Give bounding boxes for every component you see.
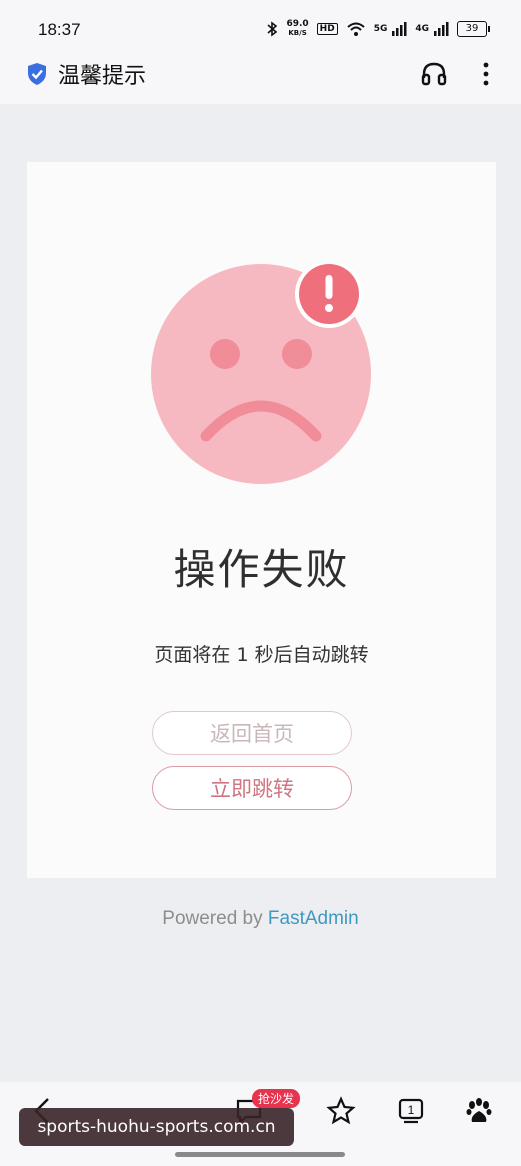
headset-icon[interactable] — [420, 60, 448, 88]
shield-check-icon — [28, 63, 46, 85]
sad-face-icon — [151, 264, 371, 484]
signal-icon — [392, 22, 407, 36]
svg-text:1: 1 — [408, 1103, 415, 1117]
fastadmin-link[interactable]: FastAdmin — [268, 908, 359, 929]
more-vertical-icon[interactable] — [478, 60, 494, 88]
redirect-message: 页面将在 1 秒后自动跳转 — [154, 644, 369, 666]
hd-badge: HD — [316, 23, 338, 35]
network-4g-label: 4G — [415, 24, 429, 34]
page-title: 温馨提示 — [58, 64, 147, 89]
result-card: 操作失败 页面将在 1 秒后自动跳转 返回首页 立即跳转 — [27, 162, 496, 878]
jump-now-button[interactable]: 立即跳转 — [152, 766, 352, 810]
signal-icon — [434, 22, 449, 36]
powered-by: Powered by FastAdmin — [0, 908, 521, 930]
star-icon[interactable] — [326, 1096, 356, 1126]
error-heading: 操作失败 — [173, 545, 350, 594]
battery-icon: 39 — [457, 21, 490, 37]
app-bar: 温馨提示 — [0, 58, 521, 104]
status-bar: 18:37 69.0 KB/S HD 5G 4G 39 — [0, 0, 521, 58]
watermark-overlay: sports-huohu-sports.com.cn — [19, 1108, 294, 1146]
status-time: 18:37 — [38, 20, 81, 39]
back-home-button[interactable]: 返回首页 — [152, 711, 352, 755]
home-indicator — [175, 1152, 345, 1157]
baidu-paw-icon[interactable] — [464, 1096, 494, 1126]
bluetooth-icon — [267, 21, 278, 37]
wifi-icon — [347, 22, 365, 36]
status-icons: 69.0 KB/S HD 5G 4G 39 — [266, 19, 490, 38]
comment-badge: 抢沙发 — [252, 1089, 301, 1108]
network-5g-label: 5G — [373, 24, 388, 34]
powered-prefix: Powered by — [162, 908, 263, 929]
tabs-icon[interactable]: 1 — [396, 1096, 426, 1126]
network-speed: 69.0 KB/S — [286, 19, 309, 38]
